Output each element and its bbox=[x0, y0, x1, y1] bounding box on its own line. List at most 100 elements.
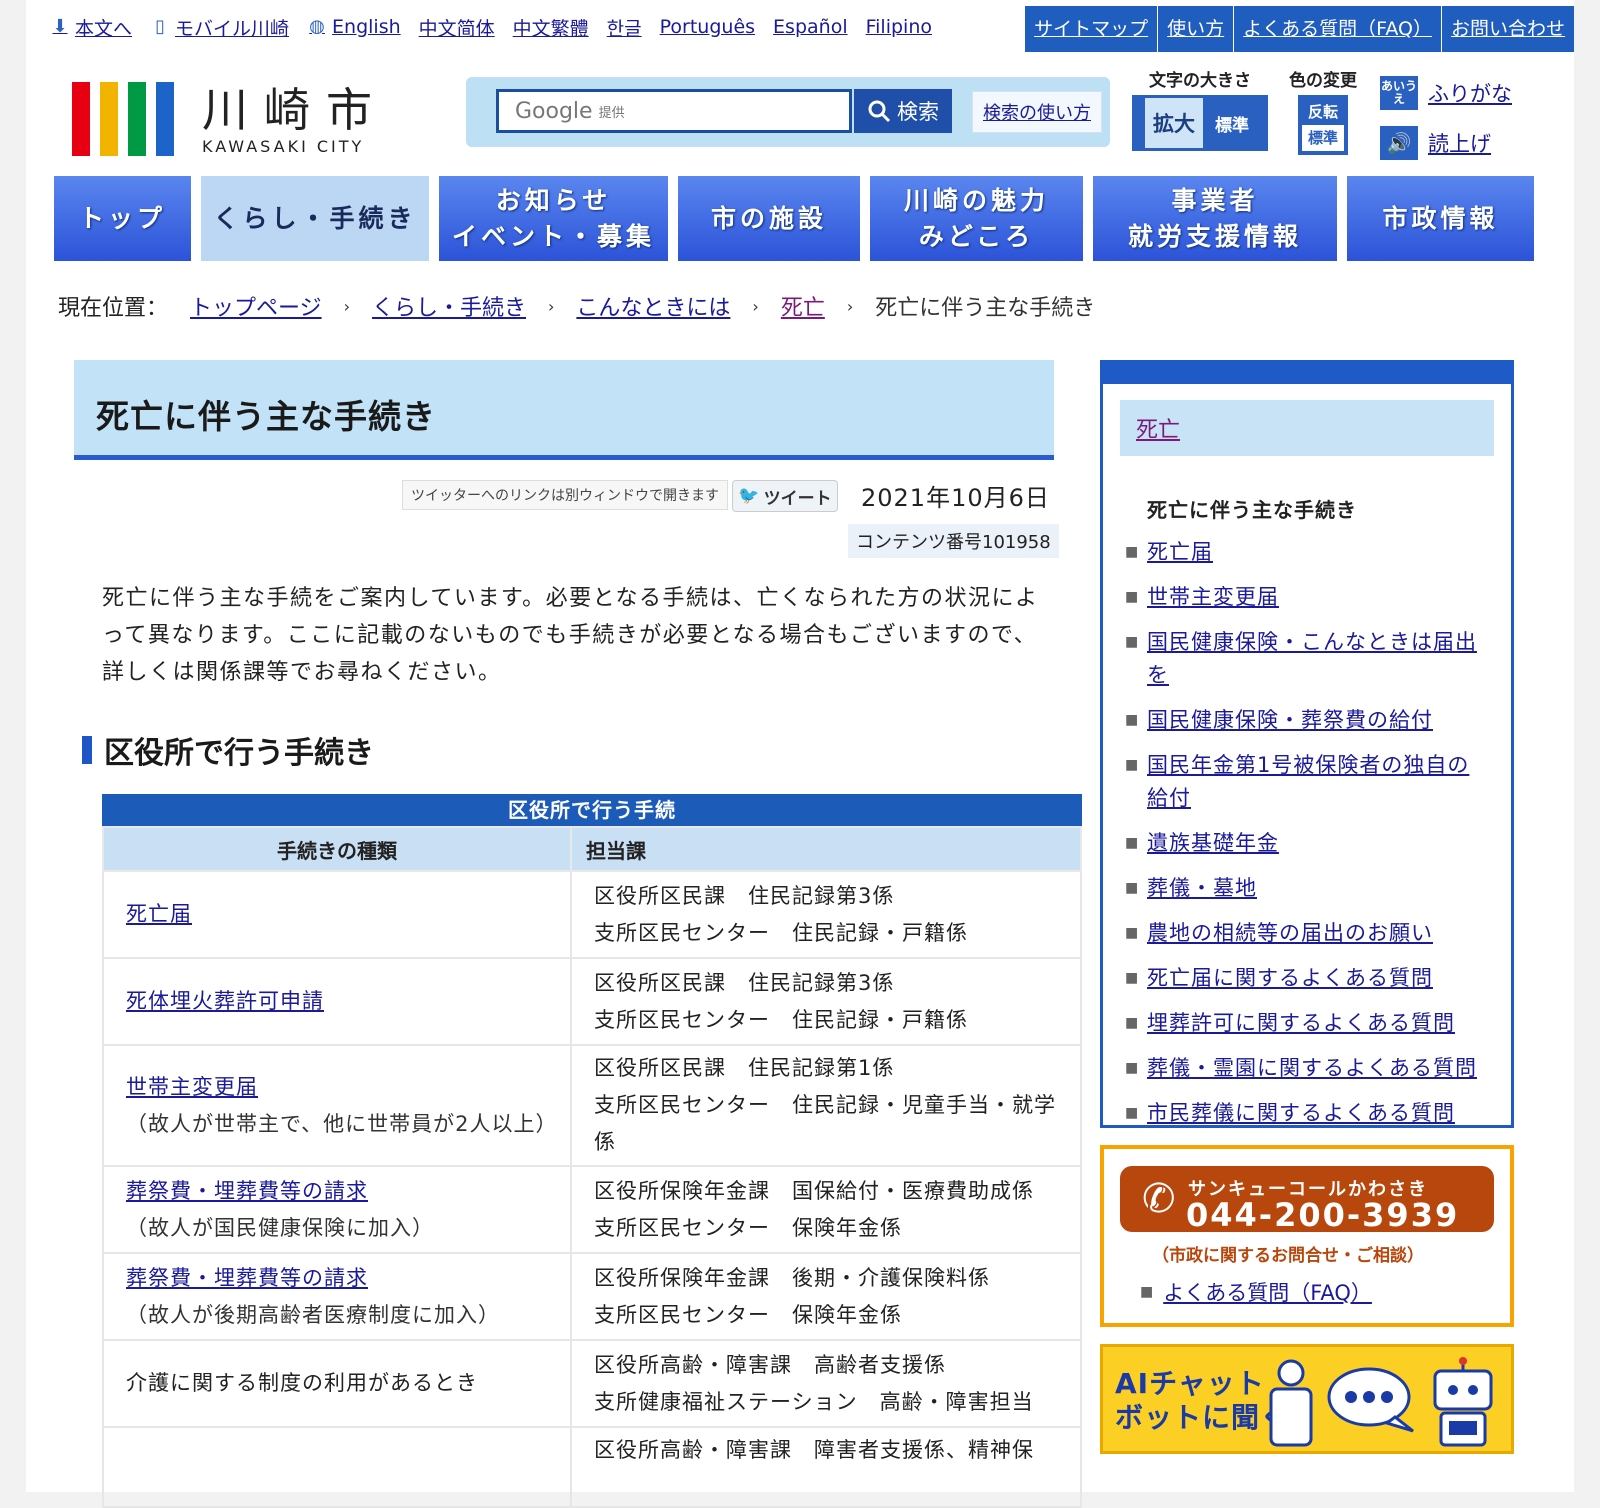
global-nav: トップ くらし・手続き お知らせ イベント・募集 市の施設 川崎の魅力 みどころ… bbox=[54, 176, 1534, 261]
department-line: 支所健康福祉ステーション 高齢・障害担当 bbox=[594, 1389, 1034, 1414]
table-row: 死体埋火葬許可申請 区役所区民課 住民記録第3係 支所区民センター 住民記録・戸籍… bbox=[102, 957, 1082, 1046]
sidebar-link[interactable]: 葬儀・霊園に関するよくある質問 bbox=[1147, 1052, 1477, 1085]
call-center-box: ✆ サンキューコールかわさき 044-200-3939 （市政に関するお問合せ・… bbox=[1100, 1145, 1514, 1327]
language-korean-link[interactable]: 한글 bbox=[607, 14, 642, 41]
procedure-cell: 死亡届 bbox=[102, 870, 572, 959]
breadcrumb-link-situations[interactable]: こんなときには bbox=[576, 290, 730, 322]
logo-bar-green bbox=[128, 82, 146, 156]
globe-icon: ◍ bbox=[309, 16, 325, 37]
procedure-table: 区役所で行う手続 手続きの種類 担当課 死亡届 区役所区民課 住民記録第3係 支所… bbox=[102, 794, 1082, 1508]
person-icon bbox=[1269, 1359, 1313, 1447]
procedure-link-funeral-expense-nhi[interactable]: 葬祭費・埋葬費等の請求 bbox=[126, 1173, 548, 1210]
nav-news-events[interactable]: お知らせ イベント・募集 bbox=[439, 176, 668, 261]
table-row: 世帯主変更届 （故人が世帯主で、他に世帯員が2人以上） 区役所区民課 住民記録第1… bbox=[102, 1044, 1082, 1167]
department-cell: 区役所保険年金課 後期・介護保険料係 支所区民センター 保険年金係 bbox=[570, 1252, 1082, 1341]
search-input[interactable]: Google 提供 bbox=[496, 89, 852, 133]
language-zh-hans-link[interactable]: 中文简体 bbox=[419, 14, 495, 41]
logo-text: 川崎市 KAWASAKI CITY bbox=[202, 83, 388, 156]
sidebar-item: ■ 葬儀・霊園に関するよくある質問 bbox=[1125, 1052, 1485, 1085]
sidebar-heading-link[interactable]: 死亡 bbox=[1136, 412, 1180, 444]
sidebar-item: ■ 葬儀・墓地 bbox=[1125, 872, 1485, 905]
nav-top[interactable]: トップ bbox=[54, 176, 191, 261]
font-enlarge-button[interactable]: 拡大 bbox=[1145, 98, 1203, 148]
sidebar-link[interactable]: 世帯主変更届 bbox=[1147, 581, 1279, 614]
nav-business-employment[interactable]: 事業者 就労支援情報 bbox=[1093, 176, 1337, 261]
how-to-use-link[interactable]: 使い方 bbox=[1157, 6, 1234, 52]
color-standard-button[interactable]: 標準 bbox=[1302, 125, 1344, 151]
sidebar-link[interactable]: 葬儀・墓地 bbox=[1147, 872, 1257, 905]
department-cell: 区役所区民課 住民記録第3係 支所区民センター 住民記録・戸籍係 bbox=[570, 870, 1082, 959]
chat-bubble-icon bbox=[1327, 1367, 1414, 1433]
sidebar-link[interactable]: 国民年金第1号被保険者の独自の給付 bbox=[1147, 749, 1485, 815]
nav-city-government[interactable]: 市政情報 bbox=[1347, 176, 1534, 261]
language-filipino-link[interactable]: Filipino bbox=[866, 16, 932, 38]
logo-bar-red bbox=[72, 82, 90, 156]
sidebar-link[interactable]: 死亡届に関するよくある質問 bbox=[1147, 962, 1433, 995]
breadcrumb-link-death[interactable]: 死亡 bbox=[781, 290, 825, 322]
font-size-control: 文字の大きさ 拡大 標準 bbox=[1132, 66, 1268, 151]
language-spanish-link[interactable]: Español bbox=[773, 16, 848, 38]
page: ⬇ 本文へ ▯ モバイル川崎 ◍ English 中文简体 中文繁體 한글 Portu… bbox=[26, 0, 1574, 1508]
procedure-link-death-notice[interactable]: 死亡届 bbox=[126, 902, 192, 926]
search-button[interactable]: 検索 bbox=[854, 89, 952, 133]
read-aloud-link[interactable]: 🔊 読上げ bbox=[1380, 126, 1491, 160]
department-line: 支所区民センター 住民記録・戸籍係 bbox=[594, 1007, 968, 1032]
sidebar-item: ■ 国民年金第1号被保険者の独自の給付 bbox=[1125, 749, 1485, 815]
search-area: Google 提供 検索 検索の使い方 bbox=[466, 77, 1110, 147]
search-help-link[interactable]: 検索の使い方 bbox=[972, 91, 1102, 133]
furigana-link[interactable]: あいうえ ふりがな bbox=[1380, 76, 1512, 110]
tweet-button[interactable]: 🐦 ツイート bbox=[732, 480, 838, 512]
color-invert-button[interactable]: 反転 bbox=[1298, 99, 1348, 125]
breadcrumb-separator-icon: › bbox=[548, 296, 555, 316]
sidebar-link[interactable]: 国民健康保険・葬祭費の給付 bbox=[1147, 704, 1433, 737]
mobile-icon: ▯ bbox=[155, 16, 165, 37]
breadcrumb-link-top[interactable]: トップページ bbox=[190, 290, 322, 322]
contact-link[interactable]: お問い合わせ bbox=[1440, 6, 1574, 52]
nav-attractions[interactable]: 川崎の魅力 みどころ bbox=[870, 176, 1083, 261]
procedure-cell: 世帯主変更届 （故人が世帯主で、他に世帯員が2人以上） bbox=[102, 1044, 572, 1167]
skip-to-content-link[interactable]: ⬇ 本文へ bbox=[50, 14, 132, 41]
call-center-banner[interactable]: ✆ サンキューコールかわさき 044-200-3939 bbox=[1120, 1166, 1494, 1234]
search-icon bbox=[868, 100, 891, 123]
faq-link[interactable]: よくある質問（FAQ） bbox=[1233, 6, 1441, 52]
bullet-icon: ■ bbox=[1125, 1105, 1140, 1121]
breadcrumb: 現在位置： トップページ › くらし・手続き › こんなときには › 死亡 › … bbox=[58, 290, 1095, 322]
color-buttons: 反転 標準 bbox=[1298, 95, 1348, 155]
bullet-icon: ■ bbox=[1125, 1060, 1140, 1076]
download-arrow-icon: ⬇ bbox=[52, 16, 68, 37]
sidebar-item: ■ 死亡届 bbox=[1125, 536, 1485, 569]
color-control: 色の変更 反転 標準 bbox=[1282, 66, 1364, 155]
language-portuguese-link[interactable]: Português bbox=[660, 16, 755, 38]
sitemap-link[interactable]: サイトマップ bbox=[1024, 6, 1158, 52]
procedure-note: （故人が国民健康保険に加入） bbox=[126, 1215, 434, 1240]
section-heading: 区役所で行う手続き bbox=[82, 728, 374, 772]
procedure-link-householder-change[interactable]: 世帯主変更届 bbox=[126, 1069, 548, 1106]
logo-name-en: KAWASAKI CITY bbox=[202, 136, 365, 156]
logo-bar-yellow bbox=[100, 82, 118, 156]
nav-living-procedures[interactable]: くらし・手続き bbox=[201, 176, 429, 261]
city-logo[interactable]: 川崎市 KAWASAKI CITY bbox=[72, 82, 388, 156]
sidebar-link[interactable]: 国民健康保険・こんなときは届出を bbox=[1147, 626, 1485, 692]
sidebar-link[interactable]: 埋葬許可に関するよくある質問 bbox=[1147, 1007, 1455, 1040]
sidebar-link[interactable]: 市民葬儀に関するよくある質問 bbox=[1147, 1097, 1455, 1130]
procedure-link-burial-permit[interactable]: 死体埋火葬許可申請 bbox=[126, 989, 324, 1013]
procedure-link-funeral-expense-elderly[interactable]: 葬祭費・埋葬費等の請求 bbox=[126, 1260, 548, 1297]
sidebar-link[interactable]: 農地の相続等の届出のお願い bbox=[1147, 917, 1433, 950]
call-faq-link[interactable]: よくある質問（FAQ） bbox=[1163, 1277, 1372, 1307]
section-heading-bar bbox=[82, 736, 92, 764]
sidebar-link[interactable]: 死亡届 bbox=[1147, 536, 1213, 569]
language-zh-hant-link[interactable]: 中文繁體 bbox=[513, 14, 589, 41]
sidebar-item: ■ 世帯主変更届 bbox=[1125, 581, 1485, 614]
department-line: 支所区民センター 住民記録・戸籍係 bbox=[594, 920, 968, 945]
bullet-icon: ■ bbox=[1125, 880, 1140, 896]
language-english-link[interactable]: ◍ English bbox=[307, 16, 400, 38]
nav-facilities[interactable]: 市の施設 bbox=[678, 176, 860, 261]
breadcrumb-link-living[interactable]: くらし・手続き bbox=[372, 290, 526, 322]
mobile-site-link[interactable]: ▯ モバイル川崎 bbox=[150, 14, 289, 41]
sidebar-link[interactable]: 遺族基礎年金 bbox=[1147, 827, 1279, 860]
font-standard-button[interactable]: 標準 bbox=[1209, 111, 1255, 136]
ai-chatbot-banner[interactable]: AIチャット ボットに聞く bbox=[1100, 1344, 1514, 1454]
twitter-bird-icon: 🐦 bbox=[738, 486, 760, 506]
table-row: 葬祭費・埋葬費等の請求 （故人が後期高齢者医療制度に加入） 区役所保険年金課 後期… bbox=[102, 1252, 1082, 1341]
breadcrumb-current: 死亡に伴う主な手続き bbox=[875, 296, 1096, 321]
